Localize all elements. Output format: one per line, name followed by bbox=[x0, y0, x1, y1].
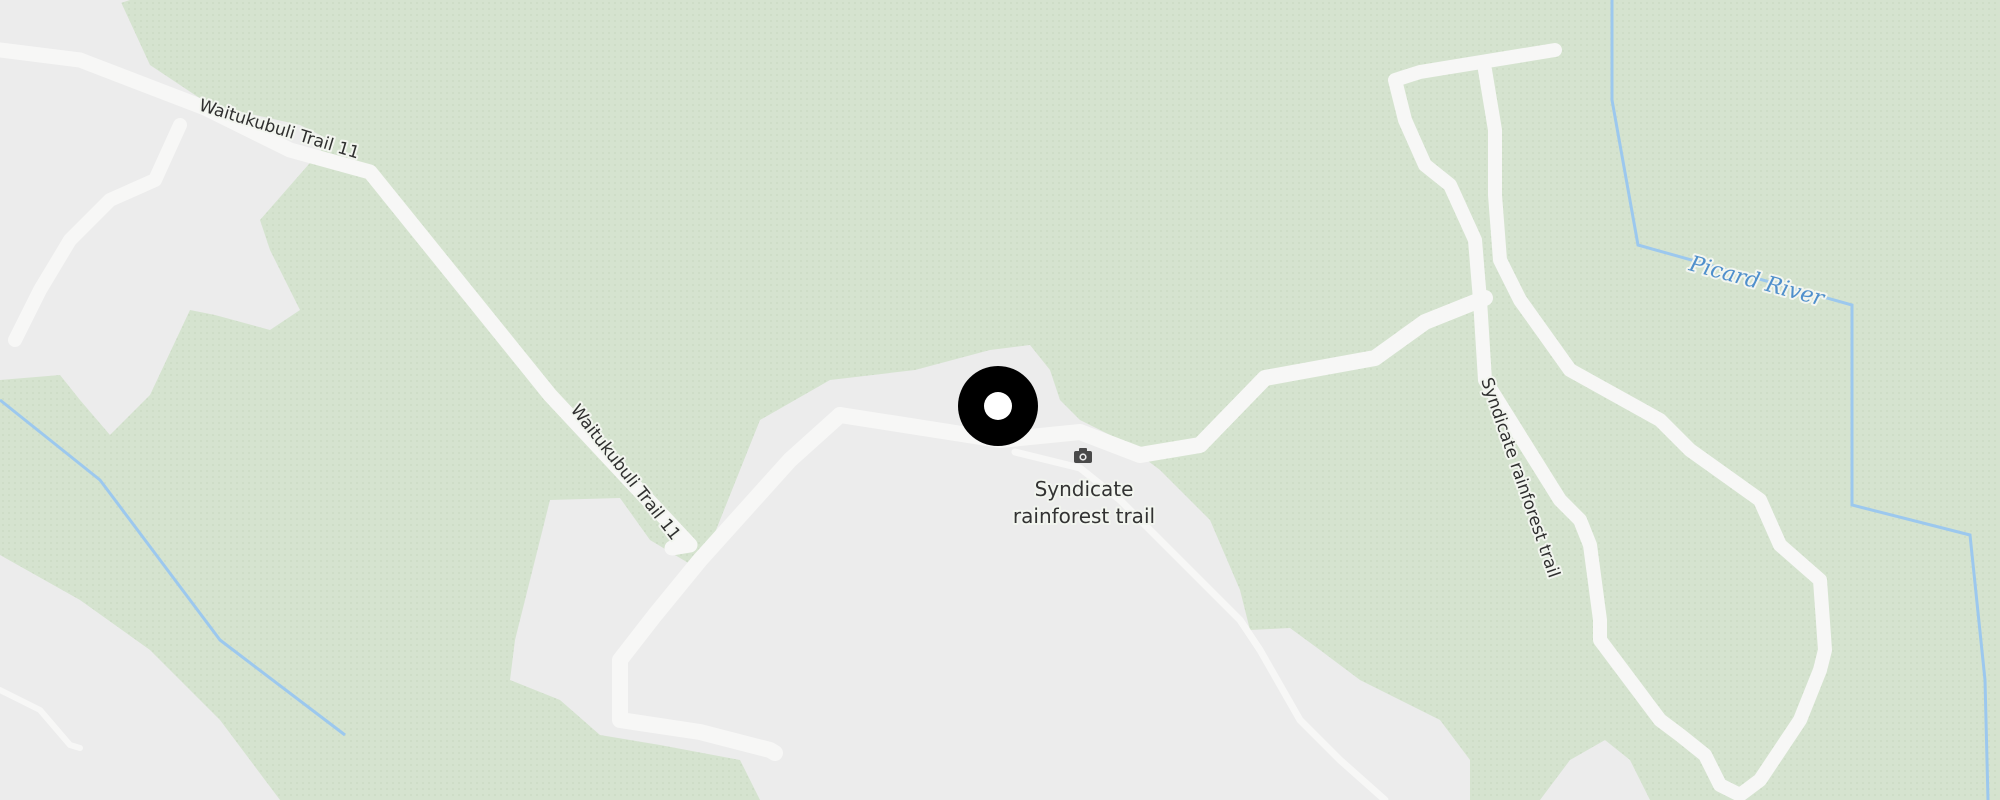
map-canvas[interactable]: Waitukubuli Trail 11 Waitukubuli Trail 1… bbox=[0, 0, 2000, 800]
poi-label-line2[interactable]: rainforest trail bbox=[1011, 502, 1157, 530]
poi-label-line1[interactable]: Syndicate bbox=[1033, 475, 1136, 503]
map-layer: Waitukubuli Trail 11 Waitukubuli Trail 1… bbox=[0, 0, 2000, 800]
location-pin-icon[interactable] bbox=[958, 366, 1038, 446]
